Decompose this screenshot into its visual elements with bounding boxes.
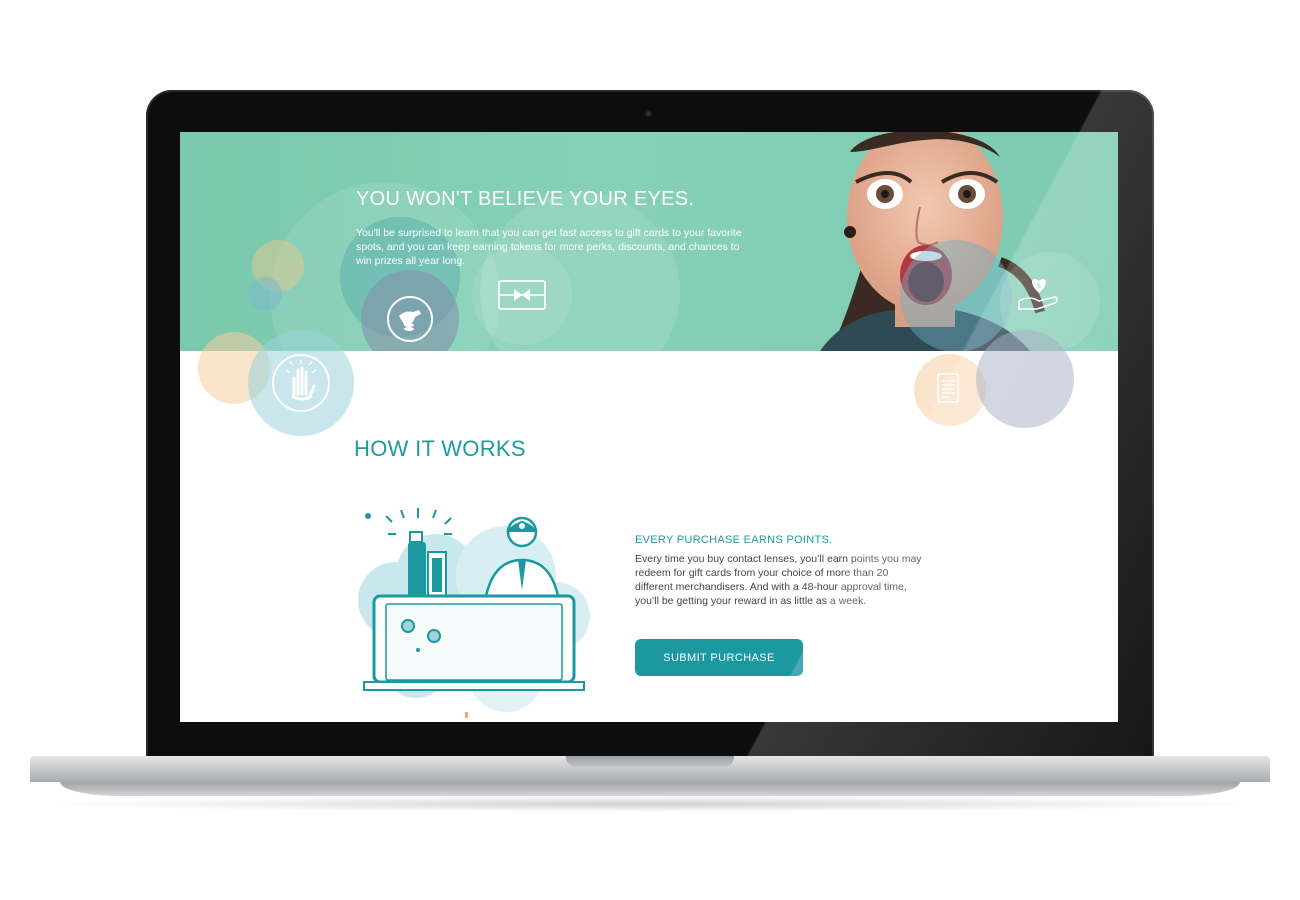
hero-bg-circle [900, 240, 1012, 351]
svg-text:$: $ [1037, 282, 1041, 290]
laptop-lid: YOU WON'T BELIEVE YOUR EYES. You'll be s… [146, 90, 1154, 758]
hero-title: YOU WON'T BELIEVE YOUR EYES. [356, 188, 695, 210]
purchase-counter-illustration [358, 508, 590, 712]
laptop-base-bottom [60, 782, 1240, 796]
feature-title: EVERY PURCHASE EARNS POINTS. [635, 534, 833, 546]
feature-description: Every time you buy contact lenses, you’l… [635, 553, 922, 607]
raised-hand-icon [270, 352, 332, 414]
deco-circle [976, 330, 1074, 428]
scroll-indicator [465, 712, 468, 718]
hero-banner: YOU WON'T BELIEVE YOUR EYES. You'll be s… [180, 132, 1118, 351]
submit-purchase-button[interactable]: SUBMIT PURCHASE [635, 639, 803, 676]
laptop-screen: YOU WON'T BELIEVE YOUR EYES. You'll be s… [180, 132, 1118, 722]
hero-bg-circle [248, 277, 282, 311]
receipt-icon [932, 370, 964, 406]
gift-card-icon [472, 245, 572, 345]
webcam [645, 110, 652, 117]
laptop-shadow [40, 796, 1260, 812]
heart-dollar-hand-icon: $ [1016, 270, 1062, 316]
section-title: HOW IT WORKS [354, 436, 526, 461]
laptop-hinge-notch [566, 756, 734, 767]
